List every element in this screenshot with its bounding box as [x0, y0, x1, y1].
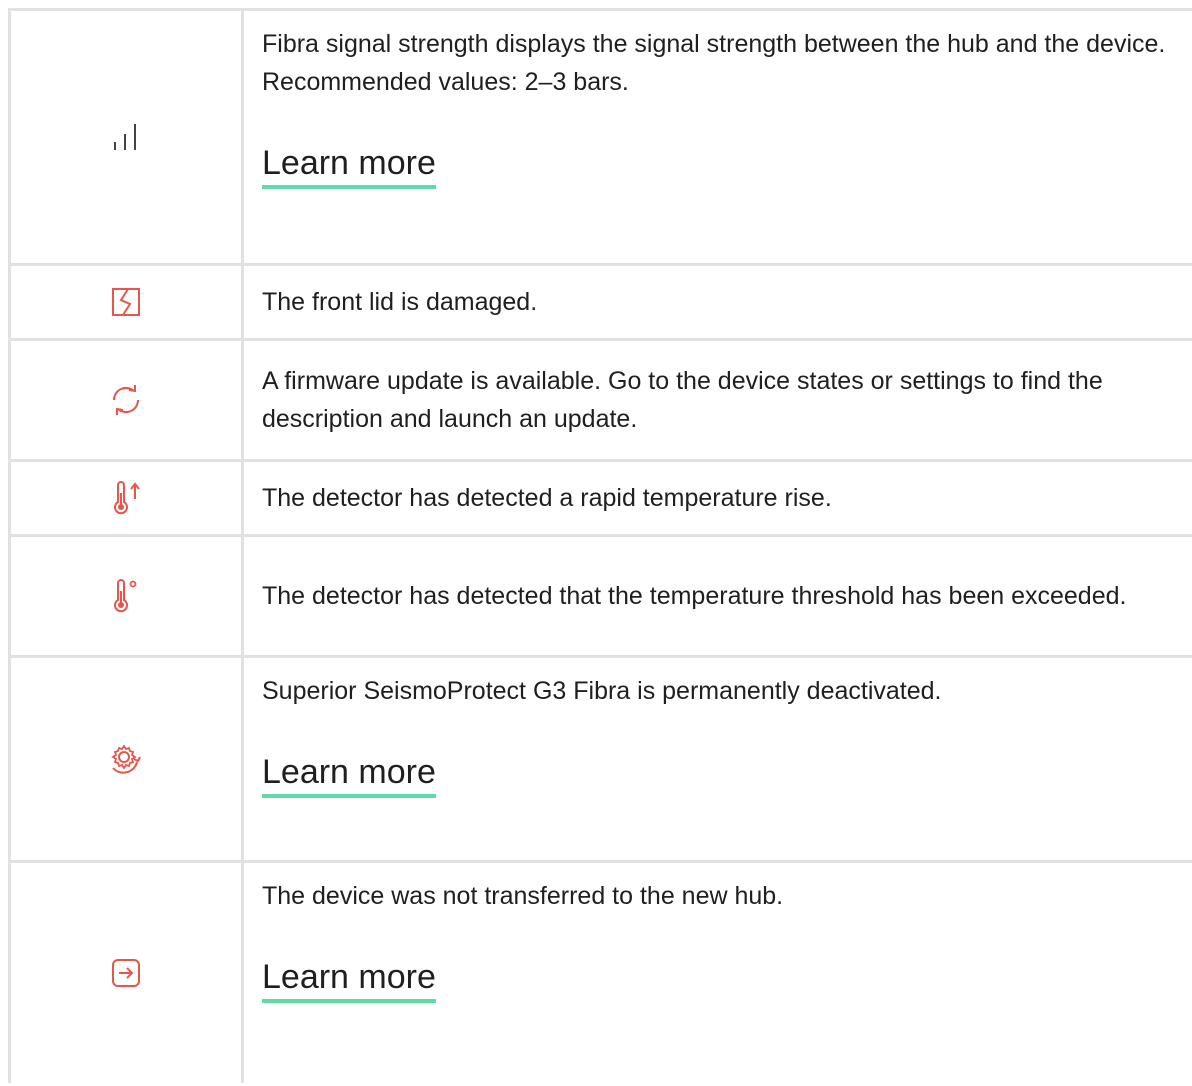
- icon-cell: [8, 462, 244, 534]
- row-description: The detector has detected a rapid temper…: [262, 484, 832, 512]
- temperature-rise-icon: [114, 481, 140, 515]
- row-description: The front lid is damaged.: [262, 288, 538, 316]
- signal-bars-icon: [114, 124, 136, 150]
- firmware-update-icon: [112, 385, 140, 415]
- icon-cell: [8, 537, 244, 655]
- row-description: Superior SeismoProtect G3 Fibra is perma…: [262, 677, 942, 705]
- row-description: A firmware update is available. Go to th…: [262, 367, 1103, 433]
- text-cell: The detector has detected that the tempe…: [244, 537, 1192, 655]
- text-cell: Fibra signal strength displays the signa…: [244, 11, 1192, 263]
- learn-more-link[interactable]: Learn more: [262, 957, 436, 1003]
- icon-cell: [8, 341, 244, 459]
- icon-cell: [8, 658, 244, 860]
- status-table: Fibra signal strength displays the signa…: [8, 8, 1192, 1083]
- transfer-icon: [112, 959, 140, 987]
- table-row: A firmware update is available. Go to th…: [8, 341, 1192, 462]
- row-description: The device was not transferred to the ne…: [262, 882, 784, 910]
- icon-cell: [8, 863, 244, 1083]
- table-row: Fibra signal strength displays the signa…: [8, 8, 1192, 266]
- row-description: The detector has detected that the tempe…: [262, 582, 1127, 610]
- text-cell: The front lid is damaged.: [244, 266, 1192, 338]
- text-cell: A firmware update is available. Go to th…: [244, 341, 1192, 459]
- learn-more-link[interactable]: Learn more: [262, 143, 436, 189]
- temperature-threshold-icon: [114, 579, 137, 613]
- damaged-lid-icon: [112, 288, 140, 316]
- table-row: The detector has detected a rapid temper…: [8, 462, 1192, 537]
- table-row: Superior SeismoProtect G3 Fibra is perma…: [8, 658, 1192, 863]
- deactivated-gear-icon: [111, 744, 141, 774]
- text-cell: The device was not transferred to the ne…: [244, 863, 1192, 1083]
- table-row: The front lid is damaged.: [8, 266, 1192, 341]
- text-cell: Superior SeismoProtect G3 Fibra is perma…: [244, 658, 1192, 860]
- learn-more-link[interactable]: Learn more: [262, 752, 436, 798]
- table-row: The detector has detected that the tempe…: [8, 537, 1192, 658]
- row-description: Fibra signal strength displays the signa…: [262, 30, 1166, 96]
- icon-cell: [8, 11, 244, 263]
- icon-cell: [8, 266, 244, 338]
- table-row: The device was not transferred to the ne…: [8, 863, 1192, 1083]
- text-cell: The detector has detected a rapid temper…: [244, 462, 1192, 534]
